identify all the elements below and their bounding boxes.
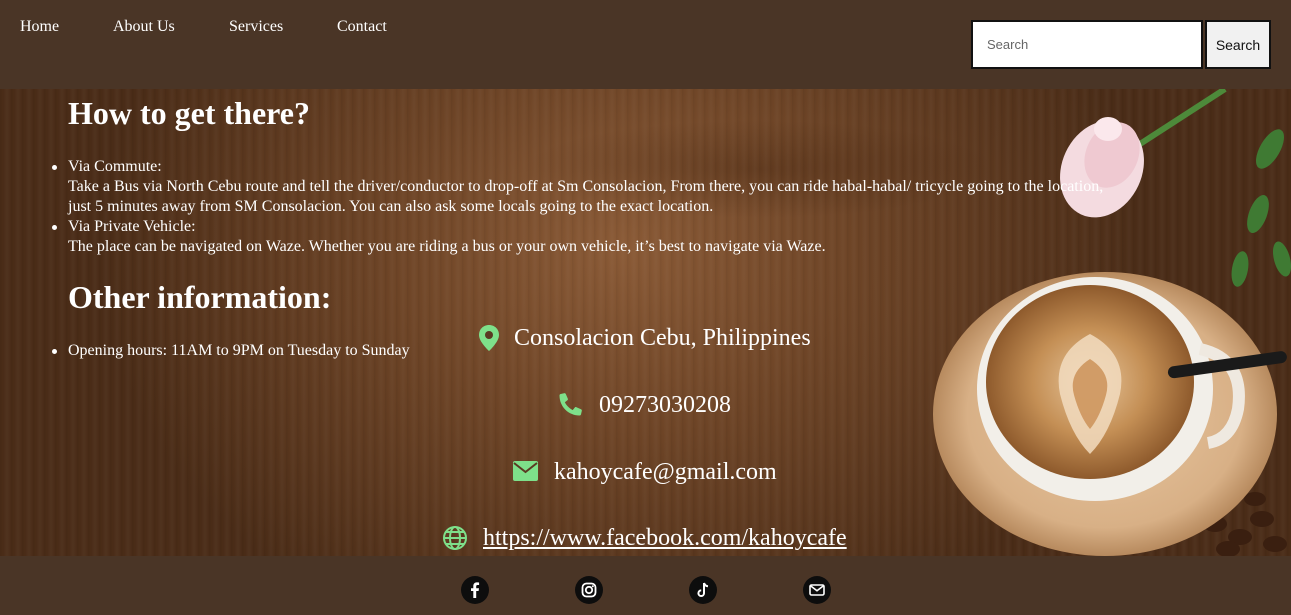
other-information-heading: Other information: [68, 279, 332, 315]
nav-home-link[interactable]: Home [20, 18, 59, 36]
phone-text: 09273030208 [599, 392, 731, 418]
search-button[interactable]: Search [1205, 20, 1271, 69]
how-to-get-there-heading: How to get there? [68, 95, 310, 131]
top-navbar: Home About Us Services Contact Search [0, 0, 1291, 89]
nav-services-link[interactable]: Services [229, 18, 283, 36]
instagram-icon[interactable] [575, 576, 603, 604]
mail-icon[interactable] [803, 576, 831, 604]
facebook-icon[interactable] [461, 576, 489, 604]
nav-contact-link[interactable]: Contact [337, 18, 387, 36]
search-input[interactable] [971, 20, 1203, 69]
tiktok-icon[interactable] [689, 576, 717, 604]
directions-label: Via Commute: [68, 158, 162, 175]
list-item: Opening hours: 11AM to 9PM on Tuesday to… [52, 341, 448, 361]
location-pin-icon [479, 325, 499, 351]
facebook-link[interactable]: https://www.facebook.com/kahoycafe [483, 525, 847, 552]
list-item: Via Private Vehicle: The place can be na… [52, 217, 1128, 257]
content-hero: How to get there? Via Commute: Take a Bu… [0, 89, 1291, 556]
directions-list: Via Commute: Take a Bus via North Cebu r… [52, 157, 1128, 257]
list-item: Via Commute: Take a Bus via North Cebu r… [52, 157, 1128, 217]
nav-about-link[interactable]: About Us [113, 18, 175, 36]
footer [0, 556, 1291, 615]
directions-text: Take a Bus via North Cebu route and tell… [68, 178, 1104, 215]
globe-icon [443, 526, 467, 550]
email-icon [513, 461, 538, 481]
other-info-list: Opening hours: 11AM to 9PM on Tuesday to… [52, 341, 448, 361]
email-text: kahoycafe@gmail.com [554, 459, 777, 485]
directions-label: Via Private Vehicle: [68, 218, 196, 235]
phone-icon [559, 393, 582, 416]
location-text: Consolacion Cebu, Philippines [514, 325, 811, 351]
directions-text: The place can be navigated on Waze. Whet… [68, 238, 826, 255]
